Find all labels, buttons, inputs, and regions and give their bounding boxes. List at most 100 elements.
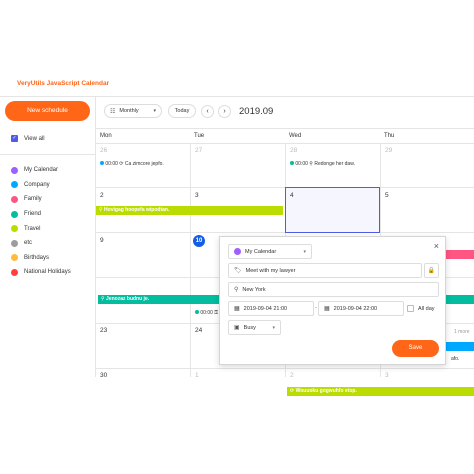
calendar-item-national-holidays[interactable]: National Holidays bbox=[11, 265, 71, 280]
calendar-color-dot bbox=[234, 248, 241, 255]
calendar-color-dot bbox=[11, 239, 18, 247]
dayname-tue: Tue bbox=[194, 133, 205, 139]
date-cell[interactable]: 1 bbox=[195, 372, 199, 379]
prev-month-button[interactable]: ‹ bbox=[201, 104, 214, 118]
date-cell[interactable]: 9 bbox=[100, 237, 104, 244]
date-cell[interactable]: 2 bbox=[100, 192, 104, 199]
schedule-label: 00:00 ⚿ bbox=[200, 310, 219, 316]
allday-label: All day bbox=[418, 305, 435, 312]
calendar-item-label: Birthdays bbox=[24, 254, 50, 261]
schedule-item[interactable]: 00:00 ⚲ Redonge her daw. bbox=[290, 161, 355, 167]
date-cell[interactable]: 24 bbox=[195, 327, 202, 334]
schedule-bar[interactable]: ⟳ Wouuoku gogwuhfo etop. bbox=[287, 387, 474, 396]
view-all-toggle[interactable]: ✓ View all bbox=[11, 135, 45, 142]
calendar-color-dot bbox=[11, 166, 18, 174]
dayname-thu: Thu bbox=[384, 133, 395, 139]
dayname-mon: Mon bbox=[100, 133, 112, 139]
location-input-value: New York bbox=[242, 286, 266, 293]
calendar-item-label: Family bbox=[24, 196, 42, 203]
view-all-label: View all bbox=[24, 135, 45, 142]
schedule-dot bbox=[290, 161, 294, 165]
week-header: Mon Tue Wed Thu bbox=[96, 128, 474, 144]
calendar-color-dot bbox=[11, 210, 18, 218]
calendar-item-label: National Holidays bbox=[24, 269, 71, 276]
date-cell[interactable]: 28 bbox=[290, 147, 297, 154]
grid-line bbox=[190, 144, 191, 377]
date-cell[interactable]: 23 bbox=[100, 327, 107, 334]
calendar-item-travel[interactable]: Travel bbox=[11, 221, 71, 236]
calendar-item-birthdays[interactable]: Birthdays bbox=[11, 251, 71, 266]
start-date-value: 2019-09-04 21:00 bbox=[243, 305, 288, 312]
today-button[interactable]: Today bbox=[168, 104, 196, 118]
schedule-label: 00:00 ⟳ Ca zimcore jepfo. bbox=[105, 161, 164, 167]
state-select[interactable]: ▣ Busy ▾ bbox=[228, 320, 281, 335]
more-schedules-link[interactable]: 1 more bbox=[454, 329, 470, 335]
schedule-bar-partial[interactable] bbox=[446, 342, 474, 351]
end-date-value: 2019-09-04 22:00 bbox=[333, 305, 378, 312]
date-cell[interactable]: 2 bbox=[290, 372, 294, 379]
chevron-down-icon: ▾ bbox=[303, 248, 306, 255]
date-cell[interactable]: 29 bbox=[385, 147, 392, 154]
calendar-icon: ☷ bbox=[110, 108, 116, 115]
dayname-wed: Wed bbox=[289, 133, 302, 139]
date-cell[interactable]: 27 bbox=[195, 147, 202, 154]
calendar-item-label: etc bbox=[24, 240, 33, 247]
private-lock-button[interactable]: 🔒 bbox=[424, 263, 439, 278]
calendar-item-label: Travel bbox=[24, 225, 41, 232]
date-cell[interactable]: 5 bbox=[385, 192, 389, 199]
today-date-badge[interactable]: 10 bbox=[193, 235, 205, 247]
start-date-input[interactable]: ▦ 2019-09-04 21:00 bbox=[228, 301, 314, 316]
calendar-icon: ▦ bbox=[324, 306, 330, 312]
calendar-item-company[interactable]: Company bbox=[11, 178, 71, 193]
calendar-icon: ▦ bbox=[234, 306, 240, 312]
tag-icon: 🏷 bbox=[234, 268, 242, 274]
schedule-creation-popup: × My Calendar ▾ 🏷 Meet with my lawyer 🔒 … bbox=[219, 236, 446, 365]
calendar-item-family[interactable]: Family bbox=[11, 192, 71, 207]
calendar-color-dot bbox=[11, 181, 18, 189]
selected-date-range[interactable] bbox=[285, 187, 380, 233]
date-cell[interactable]: 3 bbox=[385, 372, 389, 379]
next-month-button[interactable]: › bbox=[218, 104, 231, 118]
allday-checkbox[interactable] bbox=[407, 305, 414, 312]
schedule-bar[interactable]: ⚲ Hovigag hoopefa wipodtan. bbox=[96, 206, 283, 215]
chevron-down-icon: ▾ bbox=[153, 108, 156, 114]
location-pin-icon: ⚲ bbox=[234, 287, 239, 293]
schedule-item[interactable]: 00:00 ⟳ Ca zimcore jepfo. bbox=[100, 161, 164, 167]
date-cell[interactable]: 26 bbox=[100, 147, 107, 154]
schedule-item[interactable]: afo. bbox=[451, 356, 459, 362]
new-schedule-button[interactable]: New schedule bbox=[5, 101, 90, 121]
schedule-label: 00:00 ⚲ Redonge her daw. bbox=[295, 161, 355, 167]
save-button[interactable]: Save bbox=[392, 340, 439, 357]
calendar-item-label: My Calendar bbox=[24, 167, 59, 174]
sidebar: New schedule ✓ View all My Calendar Comp… bbox=[0, 97, 96, 377]
calendar-item-label: Friend bbox=[24, 211, 42, 218]
calendar-color-dot bbox=[11, 195, 18, 203]
calendar-toolbar: ☷ Monthly ▾ Today ‹ › 2019.09 bbox=[104, 104, 273, 118]
view-dropdown[interactable]: ☷ Monthly ▾ bbox=[104, 104, 162, 118]
date-cell[interactable]: 30 bbox=[100, 372, 107, 379]
title-input[interactable]: 🏷 Meet with my lawyer bbox=[228, 263, 422, 278]
sidebar-divider bbox=[0, 154, 95, 155]
location-input[interactable]: ⚲ New York bbox=[228, 282, 439, 297]
calendar-item-label: Company bbox=[24, 181, 50, 188]
view-dropdown-label: Monthly bbox=[119, 108, 139, 114]
close-icon[interactable]: × bbox=[434, 241, 439, 251]
title-input-value: Meet with my lawyer bbox=[245, 267, 296, 274]
calendar-item-friend[interactable]: Friend bbox=[11, 207, 71, 222]
calendar-select[interactable]: My Calendar ▾ bbox=[228, 244, 312, 259]
schedule-item[interactable]: 00:00 ⚿ bbox=[195, 310, 218, 316]
view-all-checkbox[interactable]: ✓ bbox=[11, 135, 18, 142]
schedule-bar-partial[interactable] bbox=[446, 250, 474, 259]
lock-icon: 🔒 bbox=[427, 268, 436, 274]
briefcase-icon: ▣ bbox=[234, 325, 240, 331]
calendar-color-dot bbox=[11, 268, 18, 276]
calendar-item-my-calendar[interactable]: My Calendar bbox=[11, 163, 71, 178]
calendar-item-etc[interactable]: etc bbox=[11, 236, 71, 251]
schedule-dot bbox=[100, 161, 104, 165]
end-date-input[interactable]: ▦ 2019-09-04 22:00 bbox=[318, 301, 404, 316]
allday-toggle[interactable]: All day bbox=[407, 305, 435, 312]
app-title: VeryUtils JavaScript Calendar bbox=[17, 80, 110, 87]
calendar-list: My Calendar Company Family Friend Travel… bbox=[11, 163, 71, 280]
calendar-color-dot bbox=[11, 225, 18, 233]
date-cell[interactable]: 3 bbox=[195, 192, 199, 199]
